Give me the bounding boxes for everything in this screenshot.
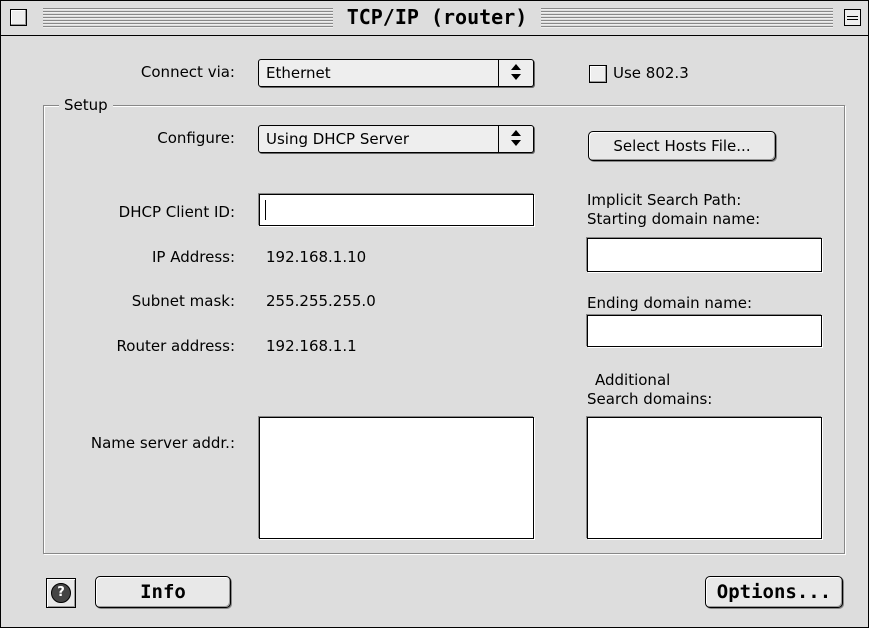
implicit-search-path-label: Implicit Search Path: xyxy=(587,191,742,209)
setup-group-label: Setup xyxy=(59,96,113,114)
subnet-mask-label: Subnet mask: xyxy=(131,292,235,310)
ip-address-label: IP Address: xyxy=(151,248,235,266)
collapse-box-icon[interactable] xyxy=(844,9,861,26)
configure-popup[interactable]: Using DHCP Server xyxy=(258,125,534,153)
name-server-field[interactable] xyxy=(259,417,534,539)
ending-domain-label: Ending domain name: xyxy=(587,294,753,312)
search-domains-label: Search domains: xyxy=(587,390,713,408)
starting-domain-field[interactable] xyxy=(587,238,822,272)
title-bar[interactable]: TCP/IP (router) xyxy=(1,1,868,36)
close-box-icon[interactable] xyxy=(10,9,27,26)
name-server-label: Name server addr.: xyxy=(90,434,235,452)
connect-via-label: Connect via: xyxy=(140,63,235,81)
additional-label: Additional xyxy=(595,371,671,389)
title-bar-stripes-right xyxy=(541,8,833,28)
router-address-value: 192.168.1.1 xyxy=(266,337,357,355)
use-802-3-checkbox[interactable] xyxy=(589,65,607,83)
search-domains-field[interactable] xyxy=(587,417,822,539)
router-address-label: Router address: xyxy=(116,337,235,355)
help-icon: ? xyxy=(51,583,71,603)
up-down-arrows-icon xyxy=(498,60,533,86)
up-down-arrows-icon xyxy=(498,126,533,152)
options-button[interactable]: Options... xyxy=(705,576,843,608)
title-bar-stripes-left xyxy=(43,8,333,28)
text-cursor xyxy=(265,200,266,220)
subnet-mask-value: 255.255.255.0 xyxy=(266,292,376,310)
window-title: TCP/IP (router) xyxy=(346,5,528,29)
ending-domain-field[interactable] xyxy=(587,315,822,347)
configure-label: Configure: xyxy=(157,129,235,147)
connect-via-popup[interactable]: Ethernet xyxy=(258,59,534,87)
connect-via-value: Ethernet xyxy=(266,64,331,82)
options-button-label: Options... xyxy=(716,581,832,603)
select-hosts-file-label: Select Hosts File... xyxy=(613,137,751,155)
ip-address-value: 192.168.1.10 xyxy=(266,248,367,266)
tcpip-window: TCP/IP (router) Connect via: Ethernet Us… xyxy=(0,0,869,628)
configure-value: Using DHCP Server xyxy=(266,130,410,148)
help-button[interactable]: ? xyxy=(46,578,76,608)
info-button-label: Info xyxy=(140,581,186,603)
dhcp-client-id-label: DHCP Client ID: xyxy=(118,203,235,221)
select-hosts-file-button[interactable]: Select Hosts File... xyxy=(588,131,776,161)
info-button[interactable]: Info xyxy=(95,576,231,608)
starting-domain-label: Starting domain name: xyxy=(587,210,761,228)
use-802-3-label[interactable]: Use 802.3 xyxy=(613,64,689,82)
dhcp-client-id-field[interactable] xyxy=(259,194,534,226)
